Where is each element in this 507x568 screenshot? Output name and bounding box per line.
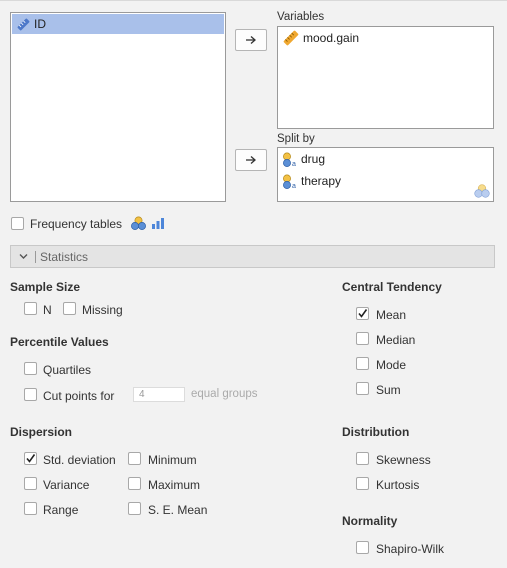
variable-label: mood.gain <box>303 31 360 45</box>
checkmark-icon <box>358 309 368 318</box>
mean-checkbox[interactable] <box>356 307 369 320</box>
chevron-down-icon <box>19 253 28 260</box>
header-separator <box>35 251 36 263</box>
split-by-item-drug[interactable]: a drug <box>282 149 325 169</box>
missing-checkbox[interactable] <box>63 302 76 315</box>
range-label: Range <box>43 503 79 517</box>
statistics-section-title: Statistics <box>40 250 89 264</box>
move-to-split-by-button[interactable] <box>235 149 267 171</box>
split-by-item-label: drug <box>301 152 326 166</box>
dispersion-heading: Dispersion <box>10 425 73 439</box>
median-checkbox[interactable] <box>356 332 369 345</box>
n-label: N <box>43 303 52 317</box>
mode-checkbox[interactable] <box>356 357 369 370</box>
shapiro-wilk-checkbox[interactable] <box>356 541 369 554</box>
equal-groups-label: equal groups <box>191 388 258 400</box>
maximum-label: Maximum <box>148 478 201 492</box>
minimum-checkbox[interactable] <box>128 452 141 465</box>
quartiles-label: Quartiles <box>43 363 92 377</box>
nominal-factor-icon: a <box>282 152 297 167</box>
cut-points-input[interactable]: 4 <box>133 387 185 402</box>
nominal-factor-icon <box>131 216 146 231</box>
range-checkbox[interactable] <box>24 502 37 515</box>
svg-text:a: a <box>292 183 296 189</box>
quartiles-checkbox[interactable] <box>24 362 37 375</box>
svg-text:a: a <box>292 161 296 167</box>
source-item-id[interactable]: ID <box>12 14 224 34</box>
nominal-factor-icon: a <box>282 174 297 189</box>
sum-label: Sum <box>376 383 401 397</box>
std-deviation-checkbox[interactable] <box>24 452 37 465</box>
sample-size-heading: Sample Size <box>10 280 81 294</box>
split-by-item-label: therapy <box>301 174 342 188</box>
top-divider <box>0 0 507 1</box>
central-tendency-heading: Central Tendency <box>342 280 442 294</box>
std-deviation-label: Std. deviation <box>43 453 116 467</box>
frequency-tables-label: Frequency tables <box>30 217 123 231</box>
cut-points-label: Cut points for <box>43 389 115 403</box>
statistics-section-header[interactable]: Statistics <box>10 245 495 268</box>
ordinal-bars-icon <box>151 216 165 230</box>
cut-points-checkbox[interactable] <box>24 388 37 401</box>
variance-label: Variance <box>43 478 90 492</box>
move-to-variables-button[interactable] <box>235 29 267 51</box>
normality-heading: Normality <box>342 514 398 528</box>
se-mean-label: S. E. Mean <box>148 503 208 517</box>
maximum-checkbox[interactable] <box>128 477 141 490</box>
se-mean-checkbox[interactable] <box>128 502 141 515</box>
ruler-continuous-icon <box>283 30 299 46</box>
variables-item-mood-gain[interactable]: mood.gain <box>282 28 359 48</box>
ruler-nominal-icon <box>17 18 30 31</box>
missing-label: Missing <box>82 303 123 317</box>
mode-label: Mode <box>376 358 407 372</box>
sum-checkbox[interactable] <box>356 382 369 395</box>
frequency-tables-checkbox[interactable] <box>11 217 24 230</box>
minimum-label: Minimum <box>148 453 197 467</box>
distribution-heading: Distribution <box>342 425 410 439</box>
skewness-label: Skewness <box>376 453 431 467</box>
arrow-right-icon <box>246 156 256 164</box>
n-checkbox[interactable] <box>24 302 37 315</box>
variables-label: Variables <box>277 11 325 23</box>
split-by-label: Split by <box>277 133 315 145</box>
arrow-right-icon <box>246 36 256 44</box>
shapiro-wilk-label: Shapiro-Wilk <box>376 542 445 556</box>
median-label: Median <box>376 333 416 347</box>
skewness-checkbox[interactable] <box>356 452 369 465</box>
source-variable-list[interactable]: ID <box>10 12 226 202</box>
factor-type-hint-icon <box>474 184 490 198</box>
variables-target-list[interactable]: mood.gain <box>277 26 494 129</box>
split-by-target-list[interactable]: a drug a therapy <box>277 147 494 202</box>
split-by-item-therapy[interactable]: a therapy <box>282 171 341 191</box>
kurtosis-checkbox[interactable] <box>356 477 369 490</box>
mean-label: Mean <box>376 308 407 322</box>
kurtosis-label: Kurtosis <box>376 478 420 492</box>
variance-checkbox[interactable] <box>24 477 37 490</box>
checkmark-icon <box>26 454 36 463</box>
source-item-label: ID <box>34 17 46 31</box>
percentile-values-heading: Percentile Values <box>10 335 109 349</box>
